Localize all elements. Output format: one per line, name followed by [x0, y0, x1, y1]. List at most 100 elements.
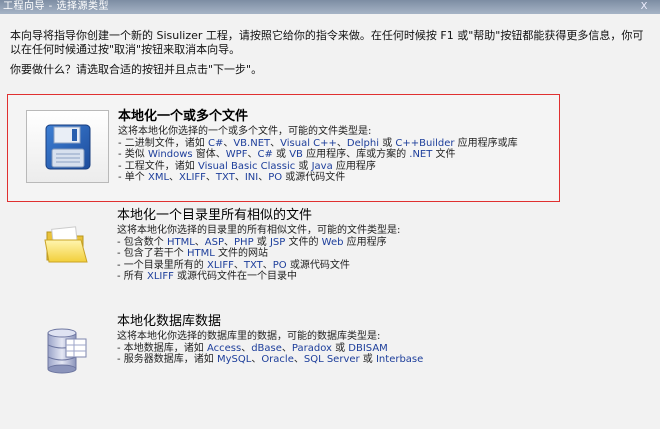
- option-line-list: - 本地数据库，诸如 Access、dBase、Paradox 或 DBISAM…: [117, 343, 557, 366]
- line-text: 、: [194, 236, 205, 248]
- title-bar: 工程向导 - 选择源类型 X: [0, 0, 660, 14]
- option-line: - 工程文件，诸如 Visual Basic Classic 或 Java 应用…: [118, 161, 558, 173]
- highlight-term: HTML: [186, 248, 215, 259]
- option-line: - 所有 XLIFF 或源代码文件在一个目录中: [117, 271, 557, 283]
- option-line-list: - 包含数个 HTML、ASP、PHP 或 JSP 文件的 Web 应用程序 - …: [117, 237, 557, 283]
- option-localize-database[interactable]: 本地化数据库数据 这将本地化你选择的数据库里的数据，可能的数据库类型是: - 本…: [7, 312, 560, 387]
- option-description: 这将本地化你选择的目录里的所有相似文件，可能的文件类型是:: [117, 225, 401, 236]
- option-localize-directory[interactable]: 本地化一个目录里所有相似的文件 这将本地化你选择的目录里的所有相似文件，可能的文…: [7, 206, 560, 301]
- line-text: - 单个: [118, 172, 148, 183]
- line-text: - 包含数个: [117, 236, 167, 248]
- line-text: 、: [258, 172, 269, 183]
- line-text: - 所有: [117, 271, 147, 282]
- highlight-term: Delphi: [346, 137, 380, 149]
- highlight-term: Web: [321, 236, 344, 248]
- close-icon[interactable]: X: [641, 0, 648, 14]
- option-title: 本地化一个或多个文件: [118, 109, 249, 124]
- line-text: 、: [224, 236, 235, 248]
- option-localize-files[interactable]: 本地化一个或多个文件 这将本地化你选择的一个或多个文件，可能的文件类型是: - …: [7, 94, 560, 202]
- highlight-term: PO: [272, 259, 287, 271]
- line-text: 或源代码文件: [286, 259, 350, 271]
- line-text: 或: [295, 160, 312, 172]
- line-text: 、: [251, 354, 262, 365]
- line-text: 、: [293, 354, 304, 365]
- highlight-term: JSP: [269, 236, 286, 248]
- option-line: - 本地数据库，诸如 Access、dBase、Paradox 或 DBISAM: [117, 343, 557, 355]
- highlight-term: Java: [311, 160, 333, 172]
- highlight-term: C#: [207, 137, 224, 149]
- highlight-term: XLIFF: [146, 271, 174, 282]
- line-text: 或: [272, 149, 290, 160]
- line-text: 文件的: [285, 236, 322, 248]
- highlight-term: ASP: [204, 236, 225, 248]
- line-text: 或: [379, 137, 396, 149]
- highlight-term: Windows: [147, 149, 193, 160]
- highlight-term: WPF: [225, 149, 248, 160]
- option-title: 本地化数据库数据: [117, 314, 222, 329]
- highlight-term: HTML: [166, 236, 195, 248]
- wizard-content: 本向导将指导你创建一个新的 Sisulizer 工程，请按照它给你的指令来做。在…: [0, 14, 660, 429]
- line-text: 或: [331, 342, 349, 354]
- option-description: 这将本地化你选择的数据库里的数据，可能的数据库类型是:: [117, 331, 381, 342]
- highlight-term: Interbase: [375, 354, 424, 365]
- line-text: 或源代码文件在一个目录中: [173, 271, 298, 282]
- line-text: 应用程序: [343, 236, 387, 248]
- line-text: - 服务器数据库，诸如: [117, 354, 217, 365]
- highlight-term: Access: [206, 342, 242, 354]
- highlight-term: Paradox: [291, 342, 332, 354]
- highlight-term: C++Builder: [395, 137, 455, 149]
- highlight-term: XLIFF: [206, 259, 234, 271]
- database-icon: [47, 328, 87, 374]
- prompt-text: 你要做什么？请选取合适的按钮并且点击"下一步"。: [10, 63, 263, 76]
- folder-icon: [44, 226, 88, 263]
- highlight-term: Oracle: [261, 354, 294, 365]
- highlight-term: PO: [268, 172, 283, 183]
- line-text: 、: [270, 137, 281, 149]
- floppy-disk-icon: [45, 124, 90, 169]
- option-line: - 类似 Windows 窗体、WPF、C# 或 VB 应用程序、库或方案的 .…: [118, 149, 558, 161]
- line-text: - 一个目录里所有的: [117, 259, 207, 271]
- option-description: 这将本地化你选择的一个或多个文件，可能的文件类型是:: [118, 126, 372, 137]
- line-text: 、: [205, 172, 216, 183]
- line-text: 、: [247, 149, 258, 160]
- line-text: 应用程序或库: [454, 137, 518, 149]
- option-text: 本地化一个或多个文件 这将本地化你选择的一个或多个文件，可能的文件类型是: - …: [118, 109, 558, 184]
- option-text: 本地化一个目录里所有相似的文件 这将本地化你选择的目录里的所有相似文件，可能的文…: [117, 208, 557, 283]
- line-text: 窗体、: [192, 149, 226, 160]
- intro-text: 本向导将指导你创建一个新的 Sisulizer 工程，请按照它给你的指令来做。在…: [10, 29, 644, 56]
- line-text: 文件的网站: [214, 248, 268, 259]
- floppy-disk-button[interactable]: [26, 110, 109, 183]
- line-text: 或: [359, 354, 376, 365]
- line-text: 、: [336, 137, 347, 149]
- folder-button[interactable]: [31, 212, 101, 276]
- highlight-term: TXT: [215, 172, 235, 183]
- database-button[interactable]: [31, 318, 101, 382]
- highlight-term: .NET: [409, 149, 433, 160]
- line-text: 或: [253, 236, 270, 248]
- highlight-term: INI: [244, 172, 259, 183]
- highlight-term: TXT: [243, 259, 263, 271]
- highlight-term: SQL Server: [303, 354, 360, 365]
- line-text: 、: [169, 172, 180, 183]
- line-text: - 包含了若干个: [117, 248, 187, 259]
- highlight-term: C#: [257, 149, 273, 160]
- window-title: 工程向导 - 选择源类型: [3, 1, 109, 12]
- option-text: 本地化数据库数据 这将本地化你选择的数据库里的数据，可能的数据库类型是: - 本…: [117, 314, 557, 366]
- option-line: - 包含数个 HTML、ASP、PHP 或 JSP 文件的 Web 应用程序: [117, 237, 557, 249]
- highlight-term: Visual C++: [280, 137, 337, 149]
- line-text: 应用程序: [332, 160, 376, 172]
- line-text: 应用程序、库或方案的: [302, 149, 410, 160]
- highlight-term: VB: [289, 149, 303, 160]
- option-line: - 服务器数据库，诸如 MySQL、Oracle、SQL Server 或 In…: [117, 354, 557, 366]
- line-text: - 类似: [118, 149, 148, 160]
- option-line: - 二进制文件，诸如 C#、VB.NET、Visual C++、Delphi 或…: [118, 138, 558, 150]
- line-text: 、: [241, 342, 252, 354]
- highlight-term: XLIFF: [179, 172, 206, 183]
- line-text: 、: [223, 137, 234, 149]
- highlight-term: dBase: [251, 342, 282, 354]
- option-title: 本地化一个目录里所有相似的文件: [117, 208, 313, 223]
- line-text: 文件: [432, 149, 456, 160]
- line-text: 、: [233, 259, 244, 271]
- option-line: - 包含了若干个 HTML 文件的网站: [117, 248, 557, 260]
- line-text: - 二进制文件，诸如: [118, 137, 208, 149]
